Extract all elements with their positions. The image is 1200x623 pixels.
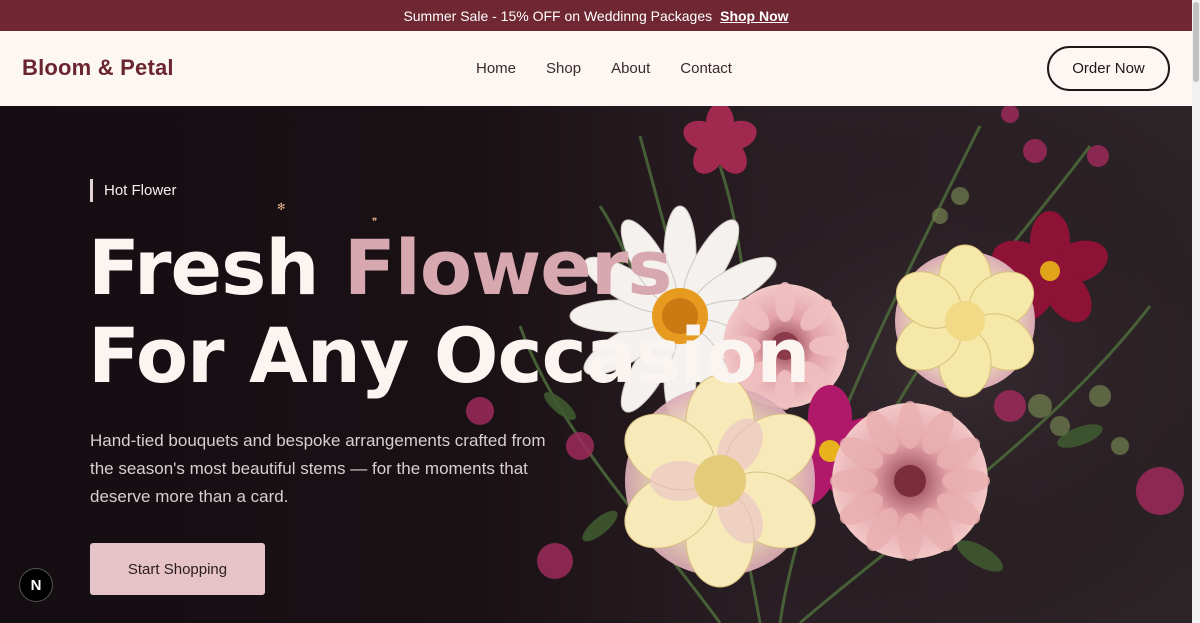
order-now-button[interactable]: Order Now [1047,46,1170,91]
nav-link-home[interactable]: Home [476,60,516,77]
hero-description: Hand-tied bouquets and bespoke arrangeme… [90,431,546,506]
scrollbar-thumb[interactable] [1193,2,1199,82]
sparkle-icon: ✻ [277,202,286,213]
nav-link-about[interactable]: About [611,60,650,77]
nav-link-contact[interactable]: Contact [680,60,732,77]
announcement-bar: Summer Sale - 15% OFF on Weddinng Packag… [0,0,1192,31]
n-badge-icon[interactable]: N [19,568,53,602]
headline-line1: Fresh Flowers [88,223,673,312]
hero-section: Hot Flower ✻ ❞ Fresh Flowers For Any Occ… [0,106,1192,623]
shop-now-link[interactable]: Shop Now [720,8,788,24]
hero-headline: Fresh Flowers For Any Occasion [88,223,811,400]
brand-logo[interactable]: Bloom & Petal [22,55,174,81]
announcement-text: Summer Sale - 15% OFF on Weddinng Packag… [403,7,713,24]
nav-link-shop[interactable]: Shop [546,60,581,77]
page: Summer Sale - 15% OFF on Weddinng Packag… [0,0,1200,623]
nav-links: Home Shop About Contact [476,60,732,77]
hero-eyebrow: Hot Flower [90,179,177,202]
start-shopping-button[interactable]: Start Shopping [90,543,265,595]
headline-line2: For Any Occasion [88,311,811,400]
headline-accent: Flowers [343,223,673,312]
navbar: Bloom & Petal Home Shop About Contact Or… [0,31,1192,106]
vertical-scrollbar[interactable] [1192,0,1200,623]
